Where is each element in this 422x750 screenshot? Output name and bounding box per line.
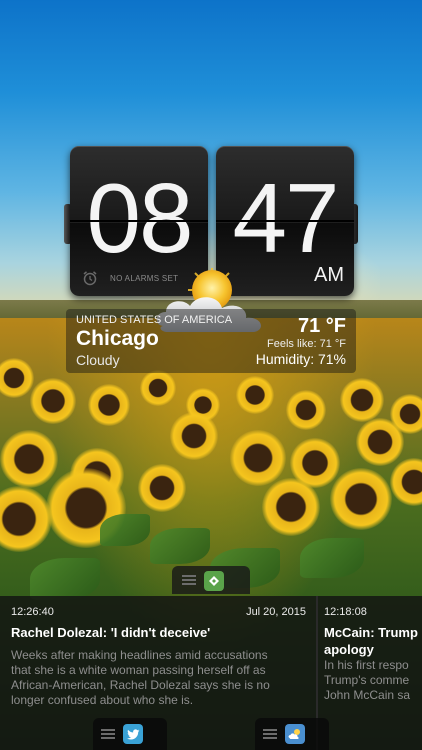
news-date: Jul 20, 2015 bbox=[246, 606, 306, 618]
alarm-clock-icon[interactable] bbox=[82, 270, 98, 286]
news-card[interactable]: 12:18:08 McCain: Trump apology In his fi… bbox=[316, 596, 422, 750]
minute-digits: 47 bbox=[232, 163, 339, 273]
news-summary: Weeks after making headlines amid accusa… bbox=[11, 648, 270, 707]
temperature: 71 °F bbox=[297, 315, 346, 337]
weather-tab[interactable] bbox=[255, 718, 329, 750]
news-summary: In his first respo Trump's comme John Mc… bbox=[324, 658, 411, 702]
am-pm-label: AM bbox=[314, 264, 344, 286]
humidity: Humidity: 71% bbox=[255, 351, 346, 367]
news-time: 12:18:08 bbox=[324, 606, 367, 618]
feels-like: Feels like: 71 °F bbox=[267, 338, 346, 350]
menu-icon[interactable] bbox=[182, 575, 196, 586]
menu-icon[interactable] bbox=[263, 729, 277, 740]
menu-icon[interactable] bbox=[101, 729, 115, 740]
news-time: 12:26:40 bbox=[11, 606, 54, 618]
weather-icon[interactable] bbox=[285, 724, 305, 744]
news-feed[interactable]: 12:26:40 Jul 20, 2015 Rachel Dolezal: 'I… bbox=[0, 596, 422, 750]
news-headline[interactable]: McCain: Trump apology bbox=[324, 624, 418, 658]
twitter-icon[interactable] bbox=[123, 724, 143, 744]
feedly-icon[interactable] bbox=[204, 571, 224, 591]
weather-condition: Cloudy bbox=[76, 352, 120, 368]
country-label: UNITED STATES OF AMERICA bbox=[76, 314, 233, 326]
city-name: Chicago bbox=[76, 327, 159, 350]
hour-digits: 08 bbox=[86, 163, 193, 273]
weather-panel[interactable]: UNITED STATES OF AMERICA Chicago Cloudy … bbox=[66, 309, 356, 373]
feed-source-tab[interactable] bbox=[172, 566, 250, 594]
twitter-tab[interactable] bbox=[93, 718, 167, 750]
news-headline[interactable]: Rachel Dolezal: 'I didn't deceive' bbox=[11, 624, 210, 641]
